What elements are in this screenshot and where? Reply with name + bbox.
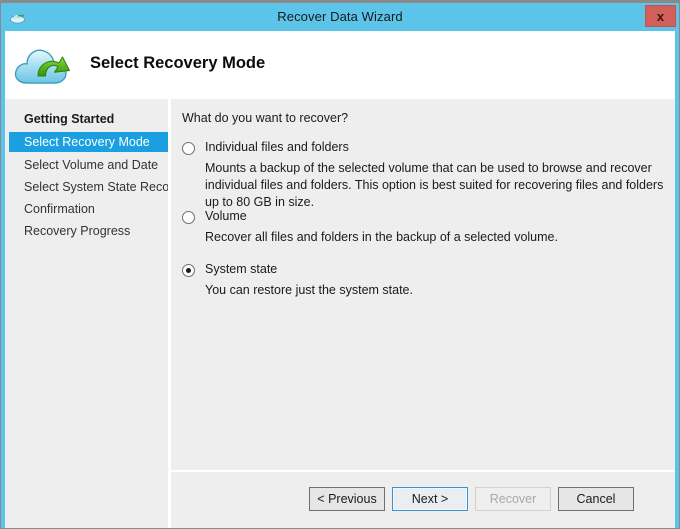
sidebar-item-getting-started[interactable]: Getting Started: [9, 109, 168, 129]
radio-volume[interactable]: [182, 211, 195, 224]
window-title: Recover Data Wizard: [277, 9, 403, 24]
wizard-step-sidebar: Getting Started Select Recovery Mode Sel…: [5, 99, 180, 528]
option-label: Volume: [205, 209, 247, 223]
panel-question: What do you want to recover?: [182, 111, 349, 125]
wizard-body: Getting Started Select Recovery Mode Sel…: [5, 99, 675, 528]
cloud-recovery-icon: [13, 38, 75, 92]
close-icon[interactable]: x: [645, 5, 676, 27]
option-label: System state: [205, 262, 278, 276]
sidebar-item-select-recovery-mode[interactable]: Select Recovery Mode: [9, 132, 168, 152]
sidebar-item-select-system-state[interactable]: Select System State Reco...: [9, 177, 180, 197]
wizard-header: Select Recovery Mode: [5, 31, 675, 99]
option-description: You can restore just the system state.: [205, 283, 413, 297]
sidebar-item-recovery-progress[interactable]: Recovery Progress: [9, 221, 168, 241]
option-description: Recover all files and folders in the bac…: [205, 230, 558, 244]
recover-data-wizard-window: Recover Data Wizard x Select Recovery Mo…: [0, 0, 680, 529]
next-button[interactable]: Next >: [392, 487, 468, 511]
radio-individual-files-and-folders[interactable]: [182, 142, 195, 155]
sidebar-item-select-volume-and-date[interactable]: Select Volume and Date: [9, 155, 168, 175]
option-label: Individual files and folders: [205, 140, 349, 154]
title-bar[interactable]: Recover Data Wizard x: [1, 3, 679, 30]
cancel-button[interactable]: Cancel: [558, 487, 634, 511]
sidebar-item-confirmation[interactable]: Confirmation: [9, 199, 168, 219]
previous-button[interactable]: < Previous: [309, 487, 385, 511]
recover-button: Recover: [475, 487, 551, 511]
radio-system-state[interactable]: [182, 264, 195, 277]
recovery-mode-panel: What do you want to recover? Individual …: [171, 99, 675, 528]
page-title: Select Recovery Mode: [90, 54, 266, 72]
wizard-footer: < Previous Next > Recover Cancel: [171, 472, 675, 528]
option-description: Mounts a backup of the selected volume t…: [205, 161, 664, 209]
